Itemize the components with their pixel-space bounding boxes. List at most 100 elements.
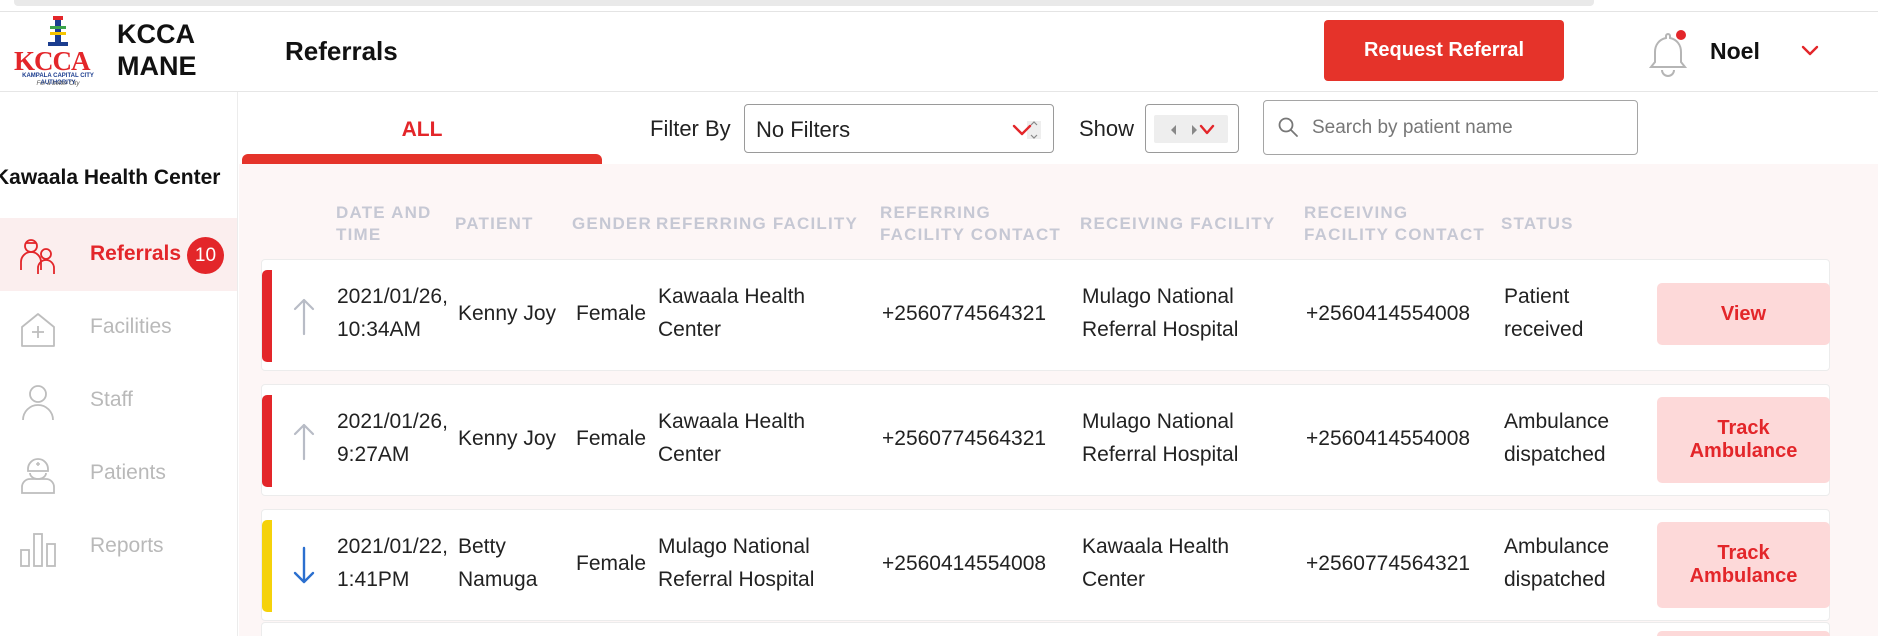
row-patient: Kenny Joy [458, 427, 557, 450]
doctors-icon [20, 239, 55, 274]
button-label: View [1720, 302, 1767, 325]
referrals-count-badge: 10 [187, 237, 224, 274]
patient-icon [21, 458, 55, 494]
button-label: Track [1717, 417, 1770, 439]
sidebar-item-label: Facilities [90, 315, 172, 338]
view-button[interactable]: View [1657, 283, 1830, 345]
cell-text: Kawaala Health [658, 410, 806, 433]
show-dropdown-inner [1154, 115, 1228, 143]
cell-text: Referral Hospital [1082, 443, 1239, 466]
window-top-strip [0, 0, 1878, 12]
row-status: Patient received [1504, 280, 1583, 346]
cell-text: received [1504, 318, 1584, 341]
row-referring-facility: Mulago National Referral Hospital [658, 530, 814, 596]
cell-text: 2021/01/26, [337, 285, 448, 308]
track-ambulance-button[interactable]: Track Ambulance [1657, 522, 1830, 608]
header-text: FACILITY CONTACT [1304, 225, 1486, 244]
app-name-line-1: KCCA [117, 19, 195, 49]
column-header-referring-contact[interactable]: REFERRING FACILITY CONTACT [880, 202, 1061, 246]
sidebar-item-staff[interactable]: Staff [0, 364, 237, 437]
search-icon [1278, 117, 1298, 137]
row-patient: Betty Namuga [458, 530, 537, 596]
cell-text: Mulago National [1082, 410, 1234, 433]
row-action-button-partial [1657, 631, 1830, 636]
filter-dropdown-value: No Filters [756, 117, 851, 142]
cell-text: Ambulance [1504, 535, 1610, 558]
search-field[interactable] [1263, 100, 1638, 155]
row-referring-facility: Kawaala Health Center [658, 280, 805, 346]
button-label: Ambulance [1689, 440, 1798, 462]
header-text: TIME [336, 225, 382, 244]
row-gender: Female [576, 552, 647, 575]
cell-text: Betty [458, 535, 506, 558]
column-header-date-time[interactable]: DATE AND TIME [336, 202, 432, 246]
cell-text: Center [1082, 568, 1146, 591]
cell-text: 10:34AM [337, 318, 422, 341]
sidebar-item-patients[interactable]: Patients [0, 437, 237, 510]
show-label: Show [1079, 116, 1135, 141]
track-ambulance-button[interactable]: Track Ambulance [1657, 397, 1830, 483]
cell-text: Referral Hospital [1082, 318, 1239, 341]
column-header-receiving-contact[interactable]: RECEIVING FACILITY CONTACT [1304, 202, 1485, 246]
referrals-table: DATE AND TIME PATIENT GENDER REFERRING F… [239, 164, 1878, 636]
cell-text: Mulago National [1082, 285, 1234, 308]
cell-text: Center [658, 318, 722, 341]
user-name[interactable]: Noel [1710, 38, 1760, 65]
row-receiving-facility: Kawaala Health Center [1082, 530, 1229, 596]
facility-name: Kawaala Health Center [0, 166, 221, 189]
logo-tagline: For a better City [36, 81, 80, 87]
show-count-dropdown[interactable] [1145, 104, 1239, 153]
table-row[interactable]: 2021/01/26, 9:27AM Kenny Joy Female Kawaa… [261, 384, 1830, 496]
table-row[interactable]: 2021/01/22, 1:41PM Betty Namuga Female Mul… [261, 509, 1830, 621]
row-receiving-contact: +2560414554008 [1306, 302, 1471, 325]
row-receiving-facility: Mulago National Referral Hospital [1082, 280, 1238, 346]
cell-text: 1:41PM [337, 568, 410, 591]
sidebar-item-reports[interactable]: Reports [0, 510, 237, 583]
tab-all[interactable]: ALL [242, 92, 602, 164]
column-header-receiving-facility[interactable]: RECEIVING FACILITY [1080, 213, 1275, 235]
row-priority-stripe [262, 520, 272, 612]
app-name: KCCA MANE [117, 18, 197, 82]
row-referring-contact: +2560414554008 [882, 552, 1047, 575]
cell-text: Patient [1504, 285, 1570, 308]
chevron-down-icon [1012, 121, 1041, 139]
notification-dot [1676, 30, 1686, 40]
row-date-time: 2021/01/26, 10:34AM [337, 280, 448, 346]
sidebar-item-label: Reports [90, 534, 164, 557]
header-text: FACILITY CONTACT [880, 225, 1062, 244]
sidebar-item-label: Staff [90, 388, 133, 411]
column-header-gender[interactable]: GENDER [572, 213, 652, 235]
row-referring-facility: Kawaala Health Center [658, 405, 805, 471]
column-header-status[interactable]: STATUS [1501, 213, 1574, 235]
app-name-line-2: MANE [117, 51, 197, 81]
cell-text: 2021/01/26, [337, 410, 448, 433]
row-status: Ambulance dispatched [1504, 530, 1609, 596]
table-row[interactable]: 2021/01/26, 10:34AM Kenny Joy Female Kawa… [261, 259, 1830, 371]
search-input[interactable] [1312, 113, 1622, 143]
sidebar-item-label: Patients [90, 461, 166, 484]
filter-dropdown[interactable]: No Filters [744, 104, 1054, 153]
header-text: REFERRING [880, 203, 991, 222]
sidebar-item-facilities[interactable]: Facilities [0, 291, 237, 364]
cell-text: Kawaala Health [1082, 535, 1230, 558]
tab-all-label: ALL [401, 118, 443, 141]
kcca-logo[interactable]: KCCA KAMPALA CAPITAL CITY AUTHORITY For … [12, 14, 104, 90]
hospital-icon [21, 313, 55, 347]
cell-text: 2021/01/22, [337, 535, 448, 558]
row-priority-stripe [262, 270, 272, 362]
horizontal-scrollbar[interactable] [14, 0, 1594, 6]
top-header: KCCA KAMPALA CAPITAL CITY AUTHORITY For … [0, 12, 1878, 92]
column-header-patient[interactable]: PATIENT [455, 213, 534, 235]
cell-text: 9:27AM [337, 443, 410, 466]
request-referral-button[interactable]: Request Referral [1324, 20, 1564, 81]
column-header-referring-facility[interactable]: REFERRING FACILITY [656, 213, 858, 235]
tab-active-indicator [242, 154, 602, 164]
row-receiving-contact: +2560774564321 [1306, 552, 1471, 575]
sidebar-item-referrals[interactable]: Referrals 10 [0, 218, 237, 291]
row-receiving-facility: Mulago National Referral Hospital [1082, 405, 1238, 471]
row-status: Ambulance dispatched [1504, 405, 1609, 471]
cell-text: Ambulance [1504, 410, 1610, 433]
chevron-down-icon[interactable] [1800, 40, 1820, 60]
row-referring-contact: +2560774564321 [882, 427, 1047, 450]
row-patient: Kenny Joy [458, 302, 557, 325]
